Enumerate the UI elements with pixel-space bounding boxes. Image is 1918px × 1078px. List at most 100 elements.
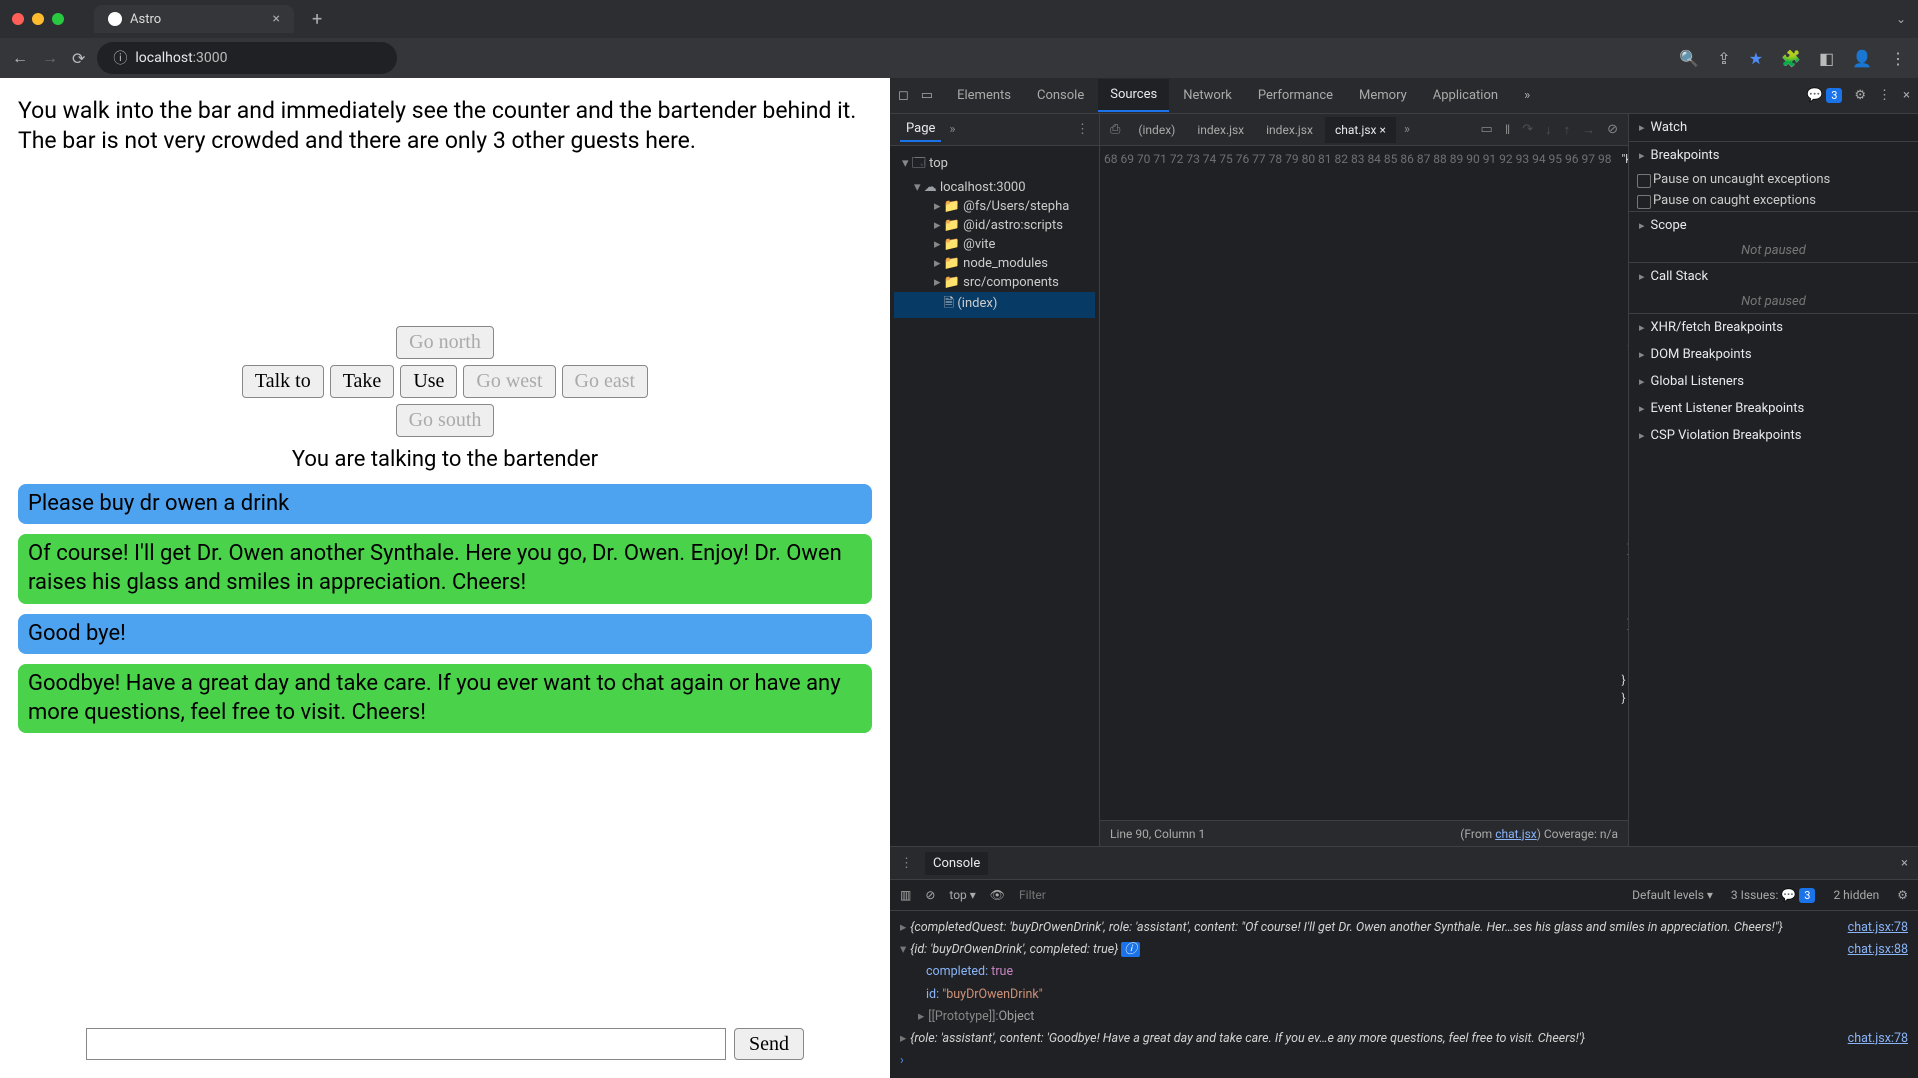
file-tab-active[interactable]: chat.jsx ×: [1325, 117, 1396, 143]
navigator-page-tab[interactable]: Page: [900, 117, 941, 142]
talk-to-button[interactable]: Talk to: [242, 365, 324, 398]
console-log-line[interactable]: ▸ {role: 'assistant', content: 'Goodbye!…: [900, 1028, 1908, 1050]
tree-folder[interactable]: 📁 node_modules: [894, 254, 1095, 273]
console-context[interactable]: top ▾: [949, 888, 975, 902]
inspect-icon[interactable]: ◻: [898, 88, 909, 103]
section-event-bp[interactable]: Event Listener Breakpoints: [1629, 395, 1918, 422]
back-icon[interactable]: ←: [12, 48, 28, 68]
section-global-listeners[interactable]: Global Listeners: [1629, 368, 1918, 395]
live-expression-icon[interactable]: 👁: [990, 888, 1005, 902]
issues-indicator[interactable]: 💬 3: [1807, 88, 1843, 103]
go-east-button[interactable]: Go east: [562, 365, 649, 398]
step-over-icon[interactable]: ↷: [1522, 122, 1533, 138]
take-button[interactable]: Take: [330, 365, 395, 398]
section-breakpoints[interactable]: Breakpoints: [1629, 141, 1918, 169]
console-filter-input[interactable]: [1019, 888, 1618, 902]
tab-network[interactable]: Network: [1171, 80, 1244, 111]
tree-top[interactable]: 🗔 top: [894, 152, 1095, 178]
close-devtools-icon[interactable]: ×: [1903, 88, 1910, 103]
sidepanel-icon[interactable]: ◧: [1819, 49, 1834, 68]
file-tab[interactable]: index.jsx: [1187, 117, 1254, 143]
pause-icon[interactable]: ‖: [1505, 122, 1510, 138]
toggle-sidebar-icon[interactable]: ▭: [1481, 122, 1493, 138]
close-window-icon[interactable]: [12, 13, 24, 25]
tree-folder[interactable]: 📁 @id/astro:scripts: [894, 216, 1095, 235]
code-editor[interactable]: 68 69 70 71 72 73 74 75 76 77 78 79 80 8…: [1100, 146, 1628, 820]
minimize-window-icon[interactable]: [32, 13, 44, 25]
bookmark-icon[interactable]: ★: [1749, 49, 1763, 68]
step-into-icon[interactable]: ↓: [1545, 122, 1552, 138]
tab-application[interactable]: Application: [1421, 80, 1510, 111]
chat-input[interactable]: [86, 1028, 726, 1060]
zoom-icon[interactable]: 🔍: [1679, 49, 1699, 68]
use-button[interactable]: Use: [400, 365, 457, 398]
section-watch[interactable]: Watch: [1629, 114, 1918, 141]
console-log-line[interactable]: ▾ {id: 'buyDrOwenDrink', completed: true…: [900, 939, 1908, 961]
log-source-link[interactable]: chat.jsx:88: [1828, 941, 1908, 959]
go-west-button[interactable]: Go west: [463, 365, 555, 398]
tabs-overflow-icon[interactable]: ⌄: [1896, 12, 1906, 26]
device-toggle-icon[interactable]: ▭: [921, 88, 933, 103]
file-tab[interactable]: (index): [1128, 117, 1185, 143]
close-console-icon[interactable]: ×: [1901, 856, 1908, 871]
tab-elements[interactable]: Elements: [945, 80, 1023, 111]
console-issues[interactable]: 3 Issues: 💬 3: [1731, 888, 1816, 902]
log-levels-select[interactable]: Default levels ▾: [1632, 888, 1713, 902]
forward-icon[interactable]: →: [42, 48, 58, 68]
tree-folder[interactable]: 📁 @vite: [894, 235, 1095, 254]
navigator-menu-icon[interactable]: ⋮: [1076, 122, 1089, 137]
tab-console[interactable]: Console: [1025, 80, 1096, 111]
file-tab[interactable]: index.jsx: [1256, 117, 1323, 143]
log-source-link[interactable]: chat.jsx:78: [1828, 1030, 1908, 1048]
clear-console-icon[interactable]: ⊘: [925, 888, 935, 902]
status-source-link[interactable]: chat.jsx: [1495, 827, 1537, 841]
go-north-button[interactable]: Go north: [396, 326, 494, 359]
section-callstack[interactable]: Call Stack: [1629, 262, 1918, 290]
tree-file-selected[interactable]: 🗎 (index): [894, 292, 1095, 318]
checkbox-pause-uncaught[interactable]: Pause on uncaught exceptions: [1629, 169, 1918, 190]
settings-icon[interactable]: ⚙: [1854, 88, 1866, 103]
file-tabs-left-icon[interactable]: ⎙: [1104, 122, 1126, 137]
share-icon[interactable]: ⇪: [1717, 49, 1730, 68]
file-tabs-more-icon[interactable]: »: [1398, 122, 1416, 137]
step-out-icon[interactable]: ↑: [1564, 122, 1571, 138]
log-source-link[interactable]: chat.jsx:78: [1828, 919, 1908, 937]
section-dom-bp[interactable]: DOM Breakpoints: [1629, 341, 1918, 368]
close-file-tab-icon[interactable]: ×: [1379, 123, 1385, 137]
profile-icon[interactable]: 👤: [1852, 49, 1872, 68]
tab-performance[interactable]: Performance: [1246, 80, 1345, 111]
console-sidebar-icon[interactable]: ▥: [900, 888, 911, 902]
extensions-icon[interactable]: 🧩: [1781, 49, 1801, 68]
console-settings-icon[interactable]: ⚙: [1897, 888, 1908, 902]
site-info-icon[interactable]: ⓘ: [113, 48, 127, 68]
console-menu-icon[interactable]: ⋮: [900, 856, 913, 871]
console-hidden[interactable]: 2 hidden: [1833, 888, 1879, 902]
more-icon[interactable]: ⋮: [1878, 88, 1891, 103]
send-button[interactable]: Send: [734, 1028, 804, 1060]
console-drawer-tab[interactable]: Console: [925, 852, 988, 875]
tab-memory[interactable]: Memory: [1347, 80, 1419, 111]
step-icon[interactable]: →: [1582, 122, 1595, 138]
go-south-button[interactable]: Go south: [396, 404, 495, 437]
deactivate-bp-icon[interactable]: ⊘: [1607, 122, 1618, 138]
section-xhr-bp[interactable]: XHR/fetch Breakpoints: [1629, 313, 1918, 341]
tree-host[interactable]: ☁ localhost:3000: [894, 178, 1095, 197]
tabs-more-icon[interactable]: »: [1512, 80, 1542, 111]
maximize-window-icon[interactable]: [52, 13, 64, 25]
address-bar[interactable]: ⓘ localhost:3000: [97, 42, 397, 74]
tab-sources[interactable]: Sources: [1098, 79, 1169, 112]
checkbox-pause-caught[interactable]: Pause on caught exceptions: [1629, 190, 1918, 211]
console-object-proto[interactable]: ▸[[Prototype]]: Object: [900, 1006, 1908, 1028]
new-tab-button[interactable]: +: [312, 9, 322, 30]
menu-icon[interactable]: ⋮: [1890, 49, 1906, 68]
browser-tab[interactable]: Astro ×: [94, 5, 294, 33]
console-log-line[interactable]: ▸ {completedQuest: 'buyDrOwenDrink', rol…: [900, 917, 1908, 939]
console-prompt[interactable]: ›: [900, 1050, 1908, 1072]
section-csp-bp[interactable]: CSP Violation Breakpoints: [1629, 422, 1918, 449]
tree-folder[interactable]: 📁 @fs/Users/stepha: [894, 197, 1095, 216]
tree-folder[interactable]: 📁 src/components: [894, 273, 1095, 292]
reload-icon[interactable]: ⟳: [72, 49, 85, 68]
section-scope[interactable]: Scope: [1629, 211, 1918, 239]
navigator-more-icon[interactable]: »: [949, 122, 955, 137]
close-tab-icon[interactable]: ×: [273, 11, 280, 27]
